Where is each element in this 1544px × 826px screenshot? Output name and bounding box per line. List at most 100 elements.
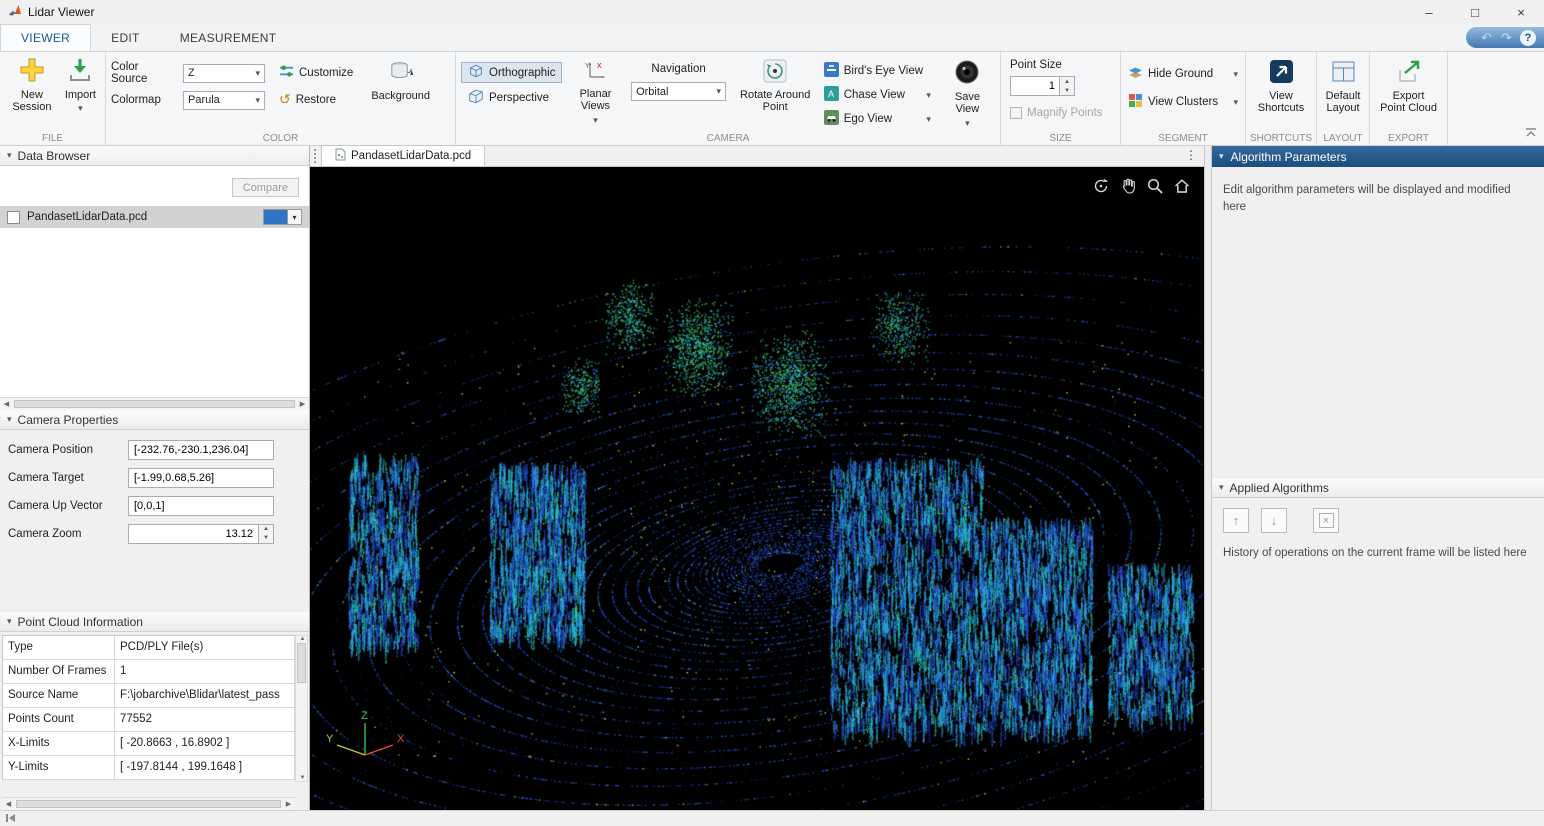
camera-up-vector-input[interactable] xyxy=(128,496,274,516)
navigation-dropdown[interactable]: Orbital ▾ xyxy=(631,82,726,101)
help-icon[interactable]: ? xyxy=(1520,30,1536,46)
point-size-input[interactable] xyxy=(1010,76,1060,96)
restore-button[interactable]: ↺ Restore xyxy=(275,89,357,110)
table-row: Y-Limits[ -197.8144 , 199.1648 ] xyxy=(3,756,295,780)
collapse-ribbon-icon[interactable] xyxy=(1525,127,1537,141)
panel-splitter[interactable] xyxy=(1204,146,1212,810)
point-size-stepper[interactable]: ▲ ▼ xyxy=(1060,76,1075,96)
pan-hand-icon[interactable] xyxy=(1118,176,1138,196)
algorithm-parameters-header[interactable]: ▾ Algorithm Parameters xyxy=(1212,146,1544,167)
chase-view-dropdown-icon[interactable]: ▾ xyxy=(926,90,931,101)
background-button[interactable]: Background xyxy=(367,57,434,104)
orbit-icon[interactable] xyxy=(1091,176,1111,196)
perspective-button[interactable]: Perspective xyxy=(461,87,562,108)
table-vscrollbar[interactable]: ▲ ▼ xyxy=(295,635,308,782)
compare-button[interactable]: Compare xyxy=(232,178,299,197)
stepper-up-icon: ▲ xyxy=(1060,77,1074,86)
planar-views-dropdown-icon[interactable]: ▾ xyxy=(593,115,598,125)
import-button[interactable]: Import ▾ xyxy=(61,55,100,116)
scroll-thumb[interactable] xyxy=(297,643,306,683)
undo-icon[interactable]: ↶ xyxy=(1478,30,1495,46)
tab-measurement[interactable]: MEASUREMENT xyxy=(160,24,297,51)
ribbon-section-export: Export Point Cloud EXPORT xyxy=(1370,52,1448,145)
left-panel-hscrollbar[interactable]: ◀ ▶ xyxy=(2,797,295,810)
orthographic-button[interactable]: Orthographic xyxy=(461,62,562,83)
perspective-icon xyxy=(468,88,484,107)
camera-zoom-stepper[interactable]: ▲ ▼ xyxy=(259,524,274,544)
scroll-up-icon[interactable]: ▲ xyxy=(296,636,309,642)
camera-zoom-input[interactable] xyxy=(128,524,259,544)
view-shortcuts-button[interactable]: View Shortcuts xyxy=(1251,55,1311,117)
ego-view-button[interactable]: Ego View ▾ xyxy=(822,108,933,130)
hide-ground-button[interactable]: Hide Ground ▾ xyxy=(1126,63,1240,85)
view-clusters-dropdown-icon[interactable]: ▾ xyxy=(1233,97,1238,108)
ribbon-section-layout: Default Layout LAYOUT xyxy=(1317,52,1370,145)
color-source-dropdown[interactable]: Z ▾ xyxy=(183,64,265,83)
table-row: X-Limits[ -20.8663 , 16.8902 ] xyxy=(3,732,295,756)
chase-view-button[interactable]: A Chase View ▾ xyxy=(822,84,933,106)
hide-ground-dropdown-icon[interactable]: ▾ xyxy=(1233,69,1238,80)
camera-target-input[interactable] xyxy=(128,468,274,488)
chevron-down-icon: ▾ xyxy=(255,68,260,79)
zoom-icon[interactable] xyxy=(1145,176,1165,196)
checkbox-icon xyxy=(1010,107,1022,119)
scroll-left-icon[interactable]: ◀ xyxy=(2,800,15,808)
minimize-button[interactable]: – xyxy=(1406,0,1452,24)
chase-view-icon: A xyxy=(824,86,839,104)
data-browser-header[interactable]: ▾ Data Browser xyxy=(0,146,309,166)
tab-viewer[interactable]: VIEWER xyxy=(0,24,91,51)
tab-options-icon[interactable]: ⋮ xyxy=(1185,148,1196,162)
new-session-button[interactable]: New Session xyxy=(5,55,59,116)
data-browser-hscrollbar[interactable]: ◀ ▶ xyxy=(0,397,309,410)
document-tab[interactable]: PandasetLidarData.pcd xyxy=(321,145,485,166)
export-point-cloud-button[interactable]: Export Point Cloud xyxy=(1375,55,1442,117)
scroll-right-icon[interactable]: ▶ xyxy=(282,800,295,808)
file-checkbox[interactable] xyxy=(7,211,20,224)
import-dropdown-icon[interactable]: ▾ xyxy=(78,103,83,113)
remove-algorithm-button[interactable]: × xyxy=(1313,508,1339,533)
scroll-down-icon[interactable]: ▼ xyxy=(296,775,309,781)
home-icon[interactable] xyxy=(1172,176,1192,196)
point-cloud-list-item[interactable]: PandasetLidarData.pcd ▾ xyxy=(0,206,309,228)
save-view-button[interactable]: Save View ▾ xyxy=(940,55,995,130)
close-button[interactable]: × xyxy=(1498,0,1544,24)
move-down-button[interactable]: ↓ xyxy=(1261,508,1287,533)
panel-grip-icon[interactable] xyxy=(314,149,319,163)
default-layout-button[interactable]: Default Layout xyxy=(1318,55,1368,117)
ego-view-dropdown-icon[interactable]: ▾ xyxy=(926,114,931,125)
point-cloud-info-table: TypePCD/PLY File(s) Number Of Frames1 So… xyxy=(2,635,295,780)
viewport-toolbar xyxy=(1091,176,1192,196)
point-cloud-info-header[interactable]: ▾ Point Cloud Information xyxy=(0,612,309,632)
save-view-dropdown-icon[interactable]: ▾ xyxy=(965,118,970,128)
redo-icon[interactable]: ↷ xyxy=(1498,30,1515,46)
rotate-around-point-button[interactable]: Rotate Around Point xyxy=(736,55,815,116)
scroll-right-icon[interactable]: ▶ xyxy=(296,400,309,408)
point-cloud-canvas[interactable] xyxy=(310,167,1204,809)
maximize-button[interactable]: □ xyxy=(1452,0,1498,24)
stepper-down-icon: ▼ xyxy=(259,534,273,543)
ego-view-icon xyxy=(824,110,839,128)
scroll-left-icon[interactable]: ◀ xyxy=(0,400,13,408)
customize-button[interactable]: Customize xyxy=(275,62,357,83)
magnify-points-checkbox[interactable]: Magnify Points xyxy=(1010,107,1102,119)
applied-algorithms-header[interactable]: ▾ Applied Algorithms xyxy=(1212,478,1544,498)
view-clusters-button[interactable]: View Clusters ▾ xyxy=(1126,91,1240,113)
camera-properties-header[interactable]: ▾ Camera Properties xyxy=(0,410,309,430)
planar-views-button[interactable]: Yx Planar Views ▾ xyxy=(569,55,621,127)
background-icon xyxy=(388,59,414,88)
file-color-swatch xyxy=(264,210,288,224)
birds-eye-view-button[interactable]: Bird's Eye View xyxy=(822,60,933,82)
file-section-label: FILE xyxy=(0,133,105,144)
viewport[interactable]: Z Y X xyxy=(310,167,1204,810)
tab-edit[interactable]: EDIT xyxy=(91,24,160,51)
frame-start-icon[interactable] xyxy=(5,812,17,826)
save-view-icon xyxy=(954,59,980,89)
move-up-button[interactable]: ↑ xyxy=(1223,508,1249,533)
scroll-thumb[interactable] xyxy=(16,800,281,808)
export-section-label: EXPORT xyxy=(1370,133,1447,144)
scroll-thumb[interactable] xyxy=(14,400,295,408)
color-swatch-button[interactable]: ▾ xyxy=(263,209,302,225)
colormap-dropdown[interactable]: Parula ▾ xyxy=(183,91,265,110)
camera-position-input[interactable] xyxy=(128,440,274,460)
ribbon-section-size: Point Size ▲ ▼ Magnify Points SIZE xyxy=(1001,52,1121,145)
